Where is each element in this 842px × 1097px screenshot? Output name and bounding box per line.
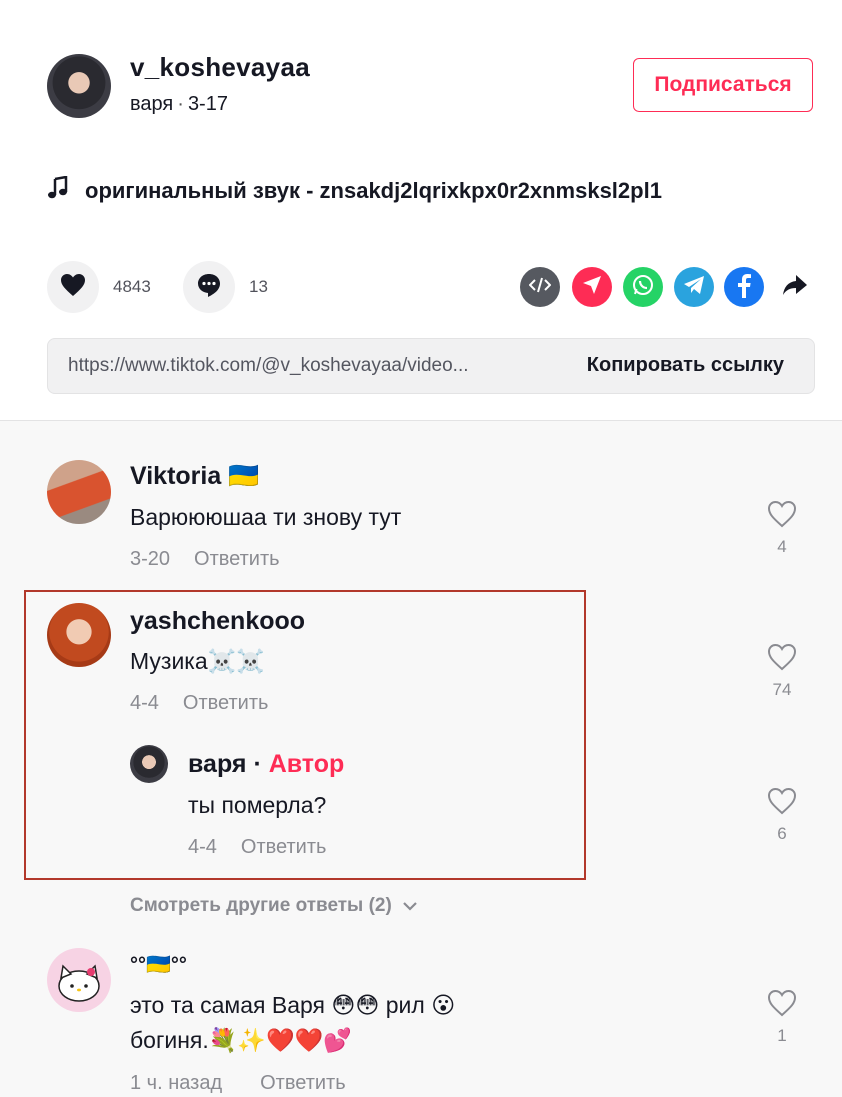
reply-avatar[interactable] xyxy=(130,745,168,783)
whatsapp-icon xyxy=(631,273,655,302)
reply-like-count: 6 xyxy=(777,824,787,843)
author-avatar[interactable] xyxy=(47,54,111,118)
heart-outline-icon xyxy=(767,643,797,675)
comment-avatar[interactable] xyxy=(47,948,111,1012)
copy-link-button[interactable]: Копировать ссылку xyxy=(587,354,784,377)
reply-button[interactable]: Ответить xyxy=(194,548,280,570)
facebook-button[interactable] xyxy=(724,267,764,307)
facebook-icon xyxy=(736,272,752,303)
reply-separator: · xyxy=(253,750,262,778)
follow-button[interactable]: Подписаться xyxy=(633,58,813,112)
send-button[interactable] xyxy=(572,267,612,307)
author-tag: Автор xyxy=(268,750,345,778)
comment-button[interactable] xyxy=(183,261,235,313)
heart-outline-icon xyxy=(767,787,797,819)
comment-text: Музика☠️☠️ xyxy=(130,648,265,674)
reply-meta: 4-4 Ответить xyxy=(188,836,326,859)
like-button[interactable] xyxy=(47,261,99,313)
comment-text: Варюююшаа ти знову тут xyxy=(130,504,402,530)
comment-like-count: 4 xyxy=(777,537,787,556)
comment-like-count: 1 xyxy=(777,1026,787,1045)
comment-text-line2: богиня.💐✨❤️❤️💕 xyxy=(130,1027,352,1053)
comment-meta: 1 ч. назад Ответить xyxy=(130,1072,346,1095)
music-title: оригинальный звук - znsakdj2lqrixkpx0r2x… xyxy=(85,178,662,203)
author-subline: варя · 3-17 xyxy=(130,93,228,115)
like-stat: 4843 xyxy=(47,261,151,313)
comment-date: 3-20 xyxy=(130,548,171,570)
comment-count: 13 xyxy=(249,277,268,296)
comment-username[interactable]: °°🇺🇦°° xyxy=(130,952,187,977)
heart-outline-icon xyxy=(767,500,797,532)
hello-kitty-icon xyxy=(58,964,100,1002)
author-username[interactable]: v_koshevayaa xyxy=(130,52,310,83)
video-link-box: https://www.tiktok.com/@v_koshevayaa/vid… xyxy=(47,338,815,394)
comment-avatar[interactable] xyxy=(47,603,111,667)
embed-icon xyxy=(528,277,552,298)
comment-username[interactable]: yashchenkooo xyxy=(130,607,305,636)
view-more-replies-button[interactable]: Смотреть другие ответы (2) xyxy=(130,895,418,917)
telegram-icon xyxy=(683,275,705,300)
music-note-icon xyxy=(47,175,69,206)
like-count: 4843 xyxy=(113,277,151,296)
heart-outline-icon xyxy=(767,989,797,1021)
more-replies-label: Смотреть другие ответы (2) xyxy=(130,895,392,916)
reply-like[interactable]: 6 xyxy=(762,787,802,844)
reply-username[interactable]: варя xyxy=(188,750,246,778)
send-icon xyxy=(582,275,602,300)
more-share-button[interactable] xyxy=(775,267,815,307)
reply-username-line: варя · Автор xyxy=(188,750,344,779)
comment-like[interactable]: 1 xyxy=(762,989,802,1046)
embed-button[interactable] xyxy=(520,267,560,307)
comment-bubble-icon xyxy=(196,272,222,303)
reply-button[interactable]: Ответить xyxy=(183,692,269,714)
comment-like[interactable]: 4 xyxy=(762,500,802,557)
share-arrow-icon xyxy=(782,274,808,301)
comment-avatar[interactable] xyxy=(47,460,111,524)
music-link[interactable]: оригинальный звук - znsakdj2lqrixkpx0r2x… xyxy=(47,175,662,206)
reply-date: 4-4 xyxy=(188,836,217,858)
whatsapp-button[interactable] xyxy=(623,267,663,307)
reply-button[interactable]: Ответить xyxy=(260,1072,346,1094)
reply-button[interactable]: Ответить xyxy=(241,836,327,858)
author-nickname: варя xyxy=(130,93,174,115)
comment-username[interactable]: Viktoria 🇺🇦 xyxy=(130,462,259,491)
video-url: https://www.tiktok.com/@v_koshevayaa/vid… xyxy=(68,355,469,376)
telegram-button[interactable] xyxy=(674,267,714,307)
comment-date: 4-4 xyxy=(130,692,159,714)
comment-date: 1 ч. назад xyxy=(130,1072,223,1094)
post-date: 3-17 xyxy=(187,93,228,115)
comment-like[interactable]: 74 xyxy=(762,643,802,700)
chevron-down-icon xyxy=(402,895,418,917)
comment-text-line1: это та самая Варя 😳😳 рил 😮 xyxy=(130,992,456,1018)
reply-text: ты померла? xyxy=(188,792,327,818)
comment-stat: 13 xyxy=(183,261,268,313)
comment-like-count: 74 xyxy=(772,680,792,699)
comment-meta: 3-20 Ответить xyxy=(130,548,280,571)
comment-meta: 4-4 Ответить xyxy=(130,692,268,715)
heart-filled-icon xyxy=(60,273,86,302)
